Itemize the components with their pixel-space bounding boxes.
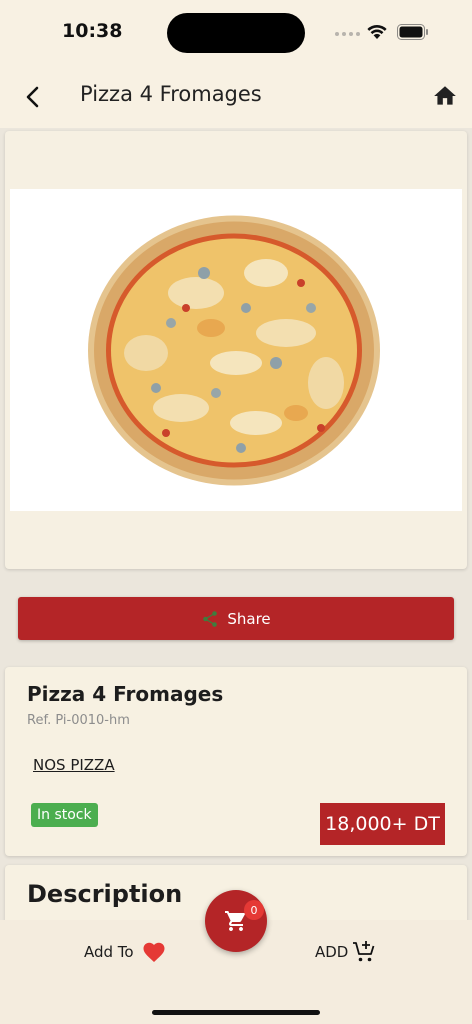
add-to-cart-button[interactable]: ADD [315,940,376,964]
product-name: Pizza 4 Fromages [27,682,224,706]
battery-icon [397,24,428,40]
cart-count-badge: 0 [244,900,264,920]
share-icon [203,610,218,627]
app-bar: Pizza 4 Fromages [0,66,472,128]
status-time: 10:38 [62,20,123,42]
page-title: Pizza 4 Fromages [80,82,262,106]
wifi-icon [367,24,387,39]
heart-icon [143,942,165,962]
add-to-label: Add To [84,943,134,961]
description-title: Description [27,880,183,908]
back-icon[interactable] [18,82,48,112]
home-icon[interactable] [432,83,458,109]
dynamic-island [167,13,305,53]
home-indicator [152,1010,320,1015]
cart-plus-icon [353,941,375,962]
pizza-image [88,215,380,486]
product-image[interactable] [10,189,462,511]
cart-button[interactable]: 0 [205,890,267,952]
add-to-favorites-button[interactable]: Add To [84,941,166,963]
price-tag: 18,000+ DT [320,803,445,845]
share-button[interactable]: Share [18,597,454,640]
product-ref: Ref. Pi-0010-hm [27,713,130,728]
share-label: Share [227,609,271,628]
product-image-card [5,131,467,569]
status-bar: 10:38 [0,0,472,66]
product-info-card: Pizza 4 Fromages Ref. Pi-0010-hm NOS PIZ… [5,667,467,856]
cellular-signal-icon [335,32,360,36]
add-label: ADD [315,943,349,961]
category-link[interactable]: NOS PIZZA [33,756,115,774]
stock-badge: In stock [31,803,98,827]
